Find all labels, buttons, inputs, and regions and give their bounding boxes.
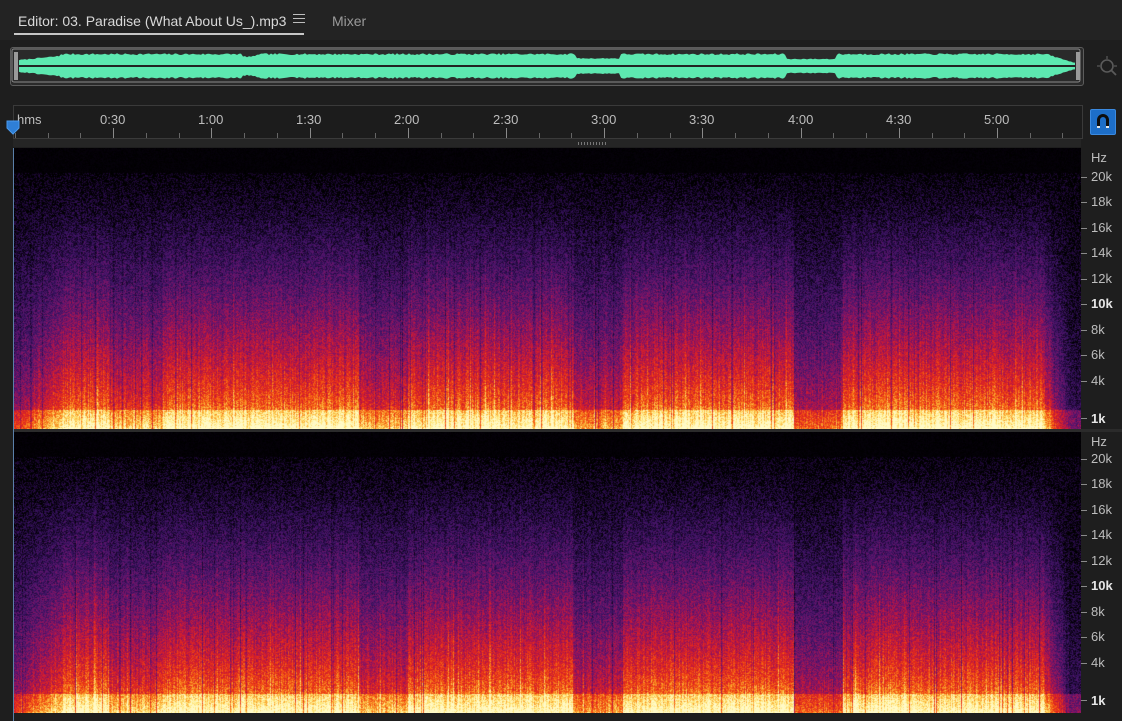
freq-label-16k: 16k (1091, 502, 1112, 517)
spectrogram-right (13, 432, 1081, 713)
ruler-tick (964, 133, 965, 138)
ruler-label-4-00: 4:00 (788, 112, 814, 127)
ruler-tick (801, 128, 802, 138)
freq-label-8k: 8k (1091, 322, 1105, 337)
tab-editor[interactable]: Editor: 03. Paradise (What About Us_).mp… (18, 13, 286, 29)
waveform-overview[interactable] (10, 47, 1084, 86)
ruler-tick (932, 133, 933, 138)
freq-label-1k: 1k (1091, 411, 1106, 426)
ruler-tick (735, 133, 736, 138)
freq-label-4k: 4k (1091, 373, 1105, 388)
freq-label-6k: 6k (1091, 347, 1105, 362)
resize-grip[interactable] (578, 142, 606, 145)
ruler-tick (441, 133, 442, 138)
ruler-label-2-30: 2:30 (493, 112, 519, 127)
zoom-to-selection-icon[interactable] (1095, 55, 1119, 79)
freq-label-20k: 20k (1091, 169, 1112, 184)
freq-label-1k: 1k (1091, 693, 1106, 708)
freq-label-18k: 18k (1091, 476, 1112, 491)
ruler-tick (1030, 133, 1031, 138)
freq-unit: Hz (1091, 434, 1107, 449)
ruler-tick (866, 133, 867, 138)
ruler-tick (702, 128, 703, 138)
ruler-tick (48, 133, 49, 138)
ruler-tick (375, 133, 376, 138)
ruler-tick (571, 133, 572, 138)
ruler-tick (1062, 133, 1063, 138)
freq-unit: Hz (1091, 150, 1107, 165)
freq-label-20k: 20k (1091, 451, 1112, 466)
ruler-tick (310, 128, 311, 138)
ruler-tick (179, 133, 180, 138)
freq-label-12k: 12k (1091, 553, 1112, 568)
ruler-tick (768, 133, 769, 138)
spectrogram-left (13, 148, 1081, 429)
time-ruler[interactable]: hms 0:30 1:00 1:30 2:00 2:30 3:00 3:30 4… (13, 105, 1083, 139)
ruler-tick (539, 133, 540, 138)
editor-tab-bar: Editor: 03. Paradise (What About Us_).mp… (0, 0, 1122, 40)
freq-label-16k: 16k (1091, 220, 1112, 235)
snap-toggle-button[interactable] (1090, 109, 1116, 135)
tab-mixer[interactable]: Mixer (332, 13, 366, 29)
ruler-tick (670, 133, 671, 138)
hamburger-menu-icon[interactable] (293, 14, 305, 26)
freq-label-14k: 14k (1091, 527, 1112, 542)
ruler-tick (637, 133, 638, 138)
frequency-axis-left: Hz 20k 18k 16k 14k 12k 10k 8k 6k 4k 1k (1081, 148, 1122, 429)
freq-label-8k: 8k (1091, 604, 1105, 619)
ruler-label-1-30: 1:30 (296, 112, 322, 127)
ruler-tick (244, 133, 245, 138)
ruler-tick (604, 128, 605, 138)
freq-label-10k: 10k (1091, 578, 1113, 593)
overview-left-handle (14, 52, 18, 80)
left-gutter (0, 139, 13, 721)
spectral-channel-left[interactable] (13, 148, 1081, 429)
ruler-label-0-30: 0:30 (100, 112, 126, 127)
ruler-tick (277, 133, 278, 138)
freq-label-10k: 10k (1091, 296, 1113, 311)
freq-label-4k: 4k (1091, 655, 1105, 670)
ruler-tick (342, 133, 343, 138)
freq-label-18k: 18k (1091, 194, 1112, 209)
ruler-tick (113, 128, 114, 138)
ruler-tick (211, 128, 212, 138)
ruler-label-3-30: 3:30 (689, 112, 715, 127)
ruler-tick (146, 133, 147, 138)
overview-right-handle (1076, 52, 1080, 80)
ruler-tick (506, 128, 507, 138)
ruler-label-1-00: 1:00 (198, 112, 224, 127)
ruler-tick (473, 133, 474, 138)
ruler-tick (997, 128, 998, 138)
ruler-tick (408, 128, 409, 138)
freq-label-6k: 6k (1091, 629, 1105, 644)
frequency-axis-right: Hz 20k 18k 16k 14k 12k 10k 8k 6k 4k 1k (1081, 432, 1122, 713)
ruler-label-3-00: 3:00 (591, 112, 617, 127)
playhead-line (13, 148, 14, 721)
panel-resize-bar[interactable] (13, 139, 1081, 147)
spectral-channel-right[interactable] (13, 432, 1081, 713)
freq-label-14k: 14k (1091, 245, 1112, 260)
freq-label-12k: 12k (1091, 271, 1112, 286)
active-tab-indicator (14, 33, 304, 35)
overview-waveform (11, 48, 1081, 83)
ruler-label-5-00: 5:00 (984, 112, 1010, 127)
ruler-tick (80, 133, 81, 138)
ruler-label-2-00: 2:00 (394, 112, 420, 127)
ruler-tick (899, 128, 900, 138)
ruler-label-4-30: 4:30 (886, 112, 912, 127)
playhead-marker-icon[interactable] (6, 120, 22, 138)
snap-magnet-icon (1097, 114, 1109, 128)
ruler-tick (833, 133, 834, 138)
